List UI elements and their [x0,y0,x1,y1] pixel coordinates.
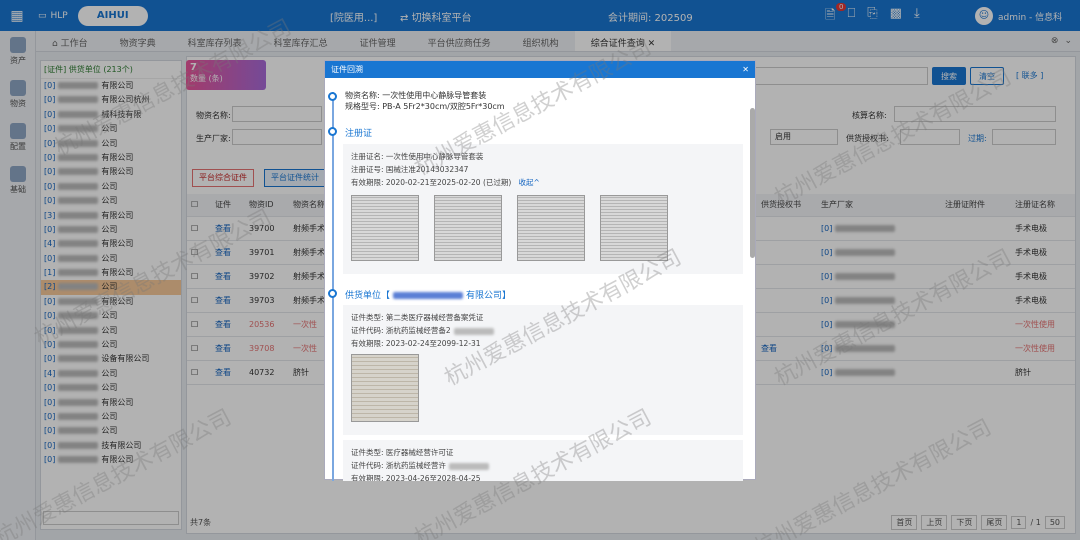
reg-card: 注册证名: 一次性使用中心静脉导管套装 注册证号: 国械注准2014303234… [343,144,743,274]
cert-trace-dialog: 证件回溯 ✕ 物资名称: 一次性使用中心静脉导管套装 规格型号: PB-A 5Fr… [324,60,757,481]
timeline-dot [328,92,337,101]
reg-image-thumbnail[interactable] [600,195,668,261]
dialog-header: 证件回溯 ✕ [325,61,755,78]
reg-section-title: 注册证 [345,129,373,139]
item-info: 物资名称: 一次性使用中心静脉导管套装 规格型号: PB-A 5Fr2*30cm… [345,91,505,111]
close-icon[interactable]: ✕ [742,61,749,78]
timeline-dot [328,127,337,136]
reg-image-thumbnail[interactable] [517,195,585,261]
reg-image-thumbnail[interactable] [434,195,502,261]
timeline-line [332,92,334,481]
cert-card: 证件类型: 第二类医疗器械经营备案凭证 证件代码: 浙杭药监械经营备2 有效期限… [343,305,743,435]
supplier-section-title: 供货单位【 有限公司】 [345,291,512,301]
dialog-body: 物资名称: 一次性使用中心静脉导管套装 规格型号: PB-A 5Fr2*30cm… [325,78,757,481]
reg-image-thumbnail[interactable] [351,195,419,261]
cert-image-thumbnail[interactable] [351,354,419,422]
timeline-dot [328,289,337,298]
collapse-link[interactable]: 收起^ [518,178,539,187]
dialog-scrollbar[interactable] [750,108,755,258]
cert-card: 证件类型: 医疗器械经营许可证 证件代码: 浙杭药监械经营许 有效期限: 202… [343,440,743,481]
